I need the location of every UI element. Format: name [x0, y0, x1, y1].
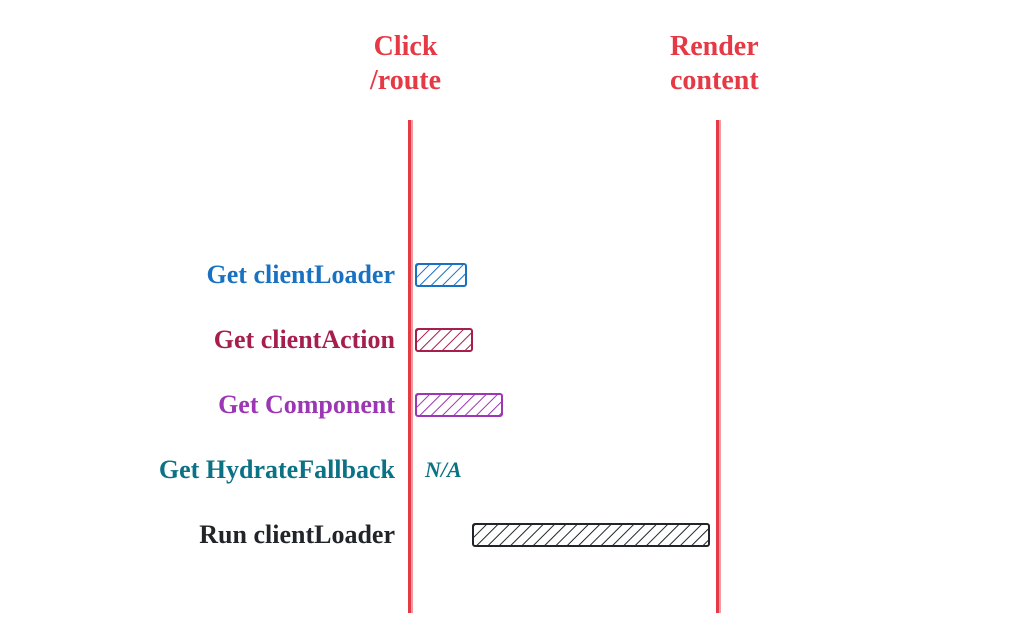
label-run-clientloader: Run clientLoader: [199, 520, 395, 550]
header-click-route: Click /route: [370, 30, 441, 97]
na-text: N/A: [425, 457, 462, 483]
hatch-icon: [417, 330, 471, 350]
hatch-icon: [417, 265, 465, 285]
row-get-component: Get Component: [0, 385, 1035, 425]
label-get-clientaction: Get clientAction: [214, 325, 395, 355]
bar-get-clientaction: [415, 328, 473, 352]
label-get-hydratefallback: Get HydrateFallback: [159, 455, 395, 485]
row-get-clientaction: Get clientAction: [0, 320, 1035, 360]
row-get-hydratefallback: Get HydrateFallback N/A: [0, 450, 1035, 490]
header-render-content: Render content: [670, 30, 759, 97]
label-get-component: Get Component: [218, 390, 395, 420]
hatch-icon: [474, 525, 708, 545]
bar-get-component: [415, 393, 503, 417]
row-run-clientloader: Run clientLoader: [0, 515, 1035, 555]
hatch-icon: [417, 395, 501, 415]
label-get-clientloader: Get clientLoader: [207, 260, 395, 290]
row-get-clientloader: Get clientLoader: [0, 255, 1035, 295]
bar-run-clientloader: [472, 523, 710, 547]
bar-get-clientloader: [415, 263, 467, 287]
